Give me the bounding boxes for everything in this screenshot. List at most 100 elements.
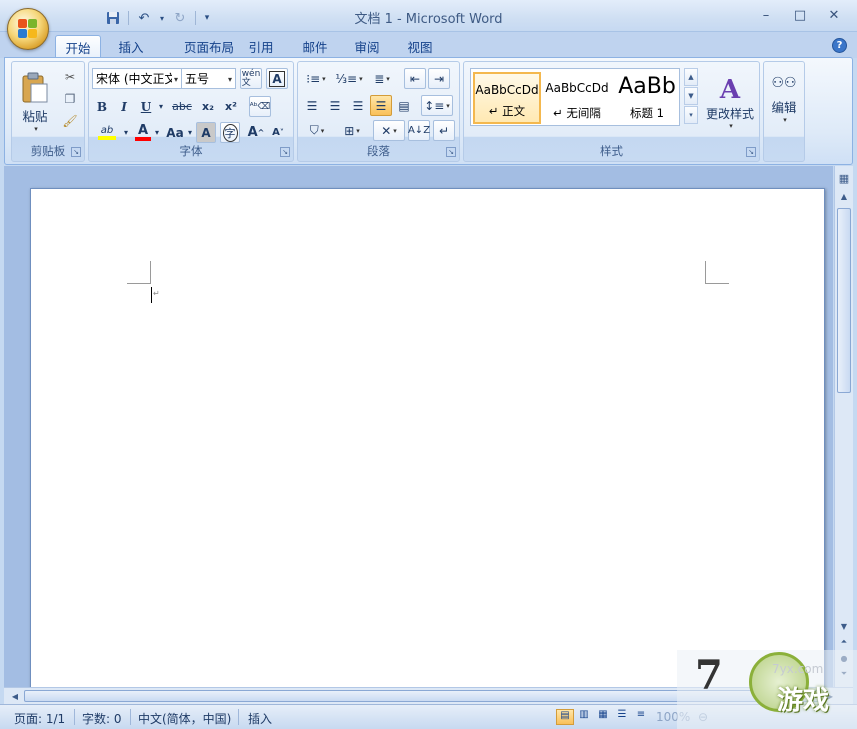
strikethrough-button[interactable]: abc [168, 96, 196, 117]
close-button[interactable]: ✕ [817, 4, 851, 26]
superscript-button[interactable]: x² [220, 96, 242, 117]
numbering-button[interactable]: ⅓≡ ▾ [334, 68, 364, 89]
paragraph-group-label: 段落 [367, 144, 390, 158]
decrease-indent-icon: ⇤ [409, 71, 421, 86]
clear-formatting-button[interactable]: ᴬᵇ⌫ [249, 96, 271, 117]
tab-mailings[interactable]: 邮件 [292, 35, 338, 58]
paste-button[interactable]: 粘贴 ▾ [16, 66, 54, 138]
font-color-dropdown-icon[interactable]: ▾ [152, 122, 162, 143]
highlight-dropdown-icon[interactable]: ▾ [121, 122, 131, 143]
help-icon[interactable]: ? [832, 38, 847, 53]
style-heading-1[interactable]: AaBb 标题 1 [613, 72, 681, 124]
vertical-scrollbar[interactable]: ▦ ▲ ▼ ⏶ ● ⏷ [834, 166, 853, 687]
multilevel-list-button[interactable]: ≣ ▾ [367, 68, 397, 89]
borders-button[interactable]: ⊞ ▾ [336, 120, 368, 141]
editing-button[interactable]: ⚇⚇ 编辑 ▾ [766, 66, 802, 132]
subscript-button[interactable]: x₂ [197, 96, 219, 117]
editing-dropdown-icon: ▾ [783, 115, 787, 124]
increase-indent-button[interactable]: ⇥ [428, 68, 450, 89]
char-border-button[interactable]: A [266, 68, 288, 89]
underline-dropdown-icon[interactable]: ▾ [156, 96, 166, 117]
format-painter-button[interactable]: 🖌 [60, 110, 80, 131]
maximize-button[interactable]: □ [783, 4, 817, 26]
style-no-spacing-sample: AaBbCcDd [545, 81, 609, 95]
draft-view-icon[interactable]: ≡ [632, 709, 650, 725]
tab-review[interactable]: 审阅 [344, 35, 390, 58]
justify-icon: ☰ [375, 98, 387, 113]
gallery-up-icon[interactable]: ▲ [684, 68, 698, 86]
char-shading-button[interactable]: A [196, 122, 216, 143]
text-cursor [151, 287, 152, 303]
font-launcher-icon[interactable]: ↘ [280, 147, 290, 157]
font-name-combo[interactable]: 宋体 (中文正文 ▾ [92, 68, 182, 89]
show-marks-button[interactable]: ↵ [433, 120, 455, 141]
crop-mark-top-right [705, 283, 729, 284]
align-left-button[interactable]: ☰ [301, 95, 323, 116]
style-no-spacing[interactable]: AaBbCcDd ↵ 无间隔 [543, 72, 611, 124]
underline-button[interactable]: U [136, 96, 156, 117]
web-layout-view-icon[interactable]: ▦ [594, 709, 612, 725]
minimize-button[interactable]: – [749, 4, 783, 26]
paragraph-launcher-icon[interactable]: ↘ [446, 147, 456, 157]
crop-mark-top-right [705, 261, 706, 283]
bullets-button[interactable]: ⁝≡ ▾ [301, 68, 331, 89]
document-page[interactable]: ↵ [30, 188, 825, 698]
ruler-toggle-icon[interactable]: ▦ [836, 170, 852, 186]
insert-mode-indicator[interactable]: 插入 [248, 710, 272, 727]
shrink-font-button[interactable]: A ˅ [267, 122, 289, 143]
gallery-down-icon[interactable]: ▼ [684, 87, 698, 105]
scroll-left-icon[interactable]: ◀ [7, 688, 23, 704]
clipboard-launcher-icon[interactable]: ↘ [71, 147, 81, 157]
font-color-button[interactable]: A [133, 122, 153, 143]
vertical-scroll-thumb[interactable] [837, 208, 851, 393]
language-indicator[interactable]: 中文(简体，中国) [138, 710, 231, 727]
watermark-brand: 游戏 [777, 686, 830, 716]
paste-label: 粘贴 [22, 108, 48, 124]
bold-button[interactable]: B [92, 96, 112, 117]
gallery-more-icon[interactable]: ▾ [684, 106, 698, 124]
enclose-char-button[interactable]: 字 [220, 122, 240, 143]
word-count[interactable]: 字数: 0 [82, 710, 122, 727]
chinese-layout-button[interactable]: ✕ ▾ [373, 120, 405, 141]
eraser-icon: ᴬᵇ⌫ [249, 101, 271, 112]
office-button[interactable] [7, 8, 49, 50]
sort-button[interactable]: A↓Z [408, 120, 430, 141]
chinese-layout-icon: ✕ [381, 123, 392, 138]
change-case-button[interactable]: Aa [164, 122, 186, 143]
change-case-dropdown-icon[interactable]: ▾ [186, 122, 194, 143]
outline-view-icon[interactable]: ☰ [613, 709, 631, 725]
change-styles-button[interactable]: A 更改样式 ▾ [704, 66, 756, 138]
page-count[interactable]: 页面: 1/1 [14, 710, 65, 727]
shading-button[interactable]: ⛉ ▾ [301, 120, 333, 141]
watermark-digit: 7 [695, 652, 723, 699]
scroll-down-icon[interactable]: ▼ [836, 618, 852, 634]
font-size-combo[interactable]: 五号 ▾ [181, 68, 236, 89]
distributed-button[interactable]: ▤ [393, 95, 415, 116]
change-styles-dropdown-icon: ▾ [729, 121, 733, 130]
copy-button[interactable]: ❐ [60, 88, 80, 109]
previous-page-icon[interactable]: ⏶ [836, 634, 852, 650]
cut-button[interactable]: ✂ [60, 66, 80, 87]
highlight-button[interactable]: ab [92, 122, 122, 143]
numbered-list-icon: ⅓≡ [335, 71, 358, 86]
phonetic-guide-button[interactable]: wén 文 [240, 68, 262, 89]
decrease-indent-button[interactable]: ⇤ [404, 68, 426, 89]
justify-button[interactable]: ☰ [370, 95, 392, 116]
align-right-button[interactable]: ☰ [347, 95, 369, 116]
tab-view[interactable]: 视图 [397, 35, 443, 58]
font-group-label: 字体 [179, 144, 203, 158]
scroll-up-icon[interactable]: ▲ [836, 188, 852, 204]
styles-launcher-icon[interactable]: ↘ [746, 147, 756, 157]
full-screen-reading-view-icon[interactable]: ▥ [575, 709, 593, 725]
align-center-button[interactable]: ☰ [324, 95, 346, 116]
line-spacing-button[interactable]: ↕≡ ▾ [421, 95, 453, 116]
style-normal[interactable]: AaBbCcDd ↵ 正文 [473, 72, 541, 124]
tab-home[interactable]: 开始 [55, 35, 101, 58]
tab-references[interactable]: 引用 [240, 35, 282, 58]
brush-icon: 🖌 [62, 113, 78, 128]
grow-font-button[interactable]: A ^ [245, 122, 267, 143]
style-no-spacing-name: ↵ 无间隔 [553, 106, 601, 120]
tab-insert[interactable]: 插入 [108, 35, 154, 58]
print-layout-view-icon[interactable]: ▤ [556, 709, 574, 725]
italic-button[interactable]: I [114, 96, 134, 117]
